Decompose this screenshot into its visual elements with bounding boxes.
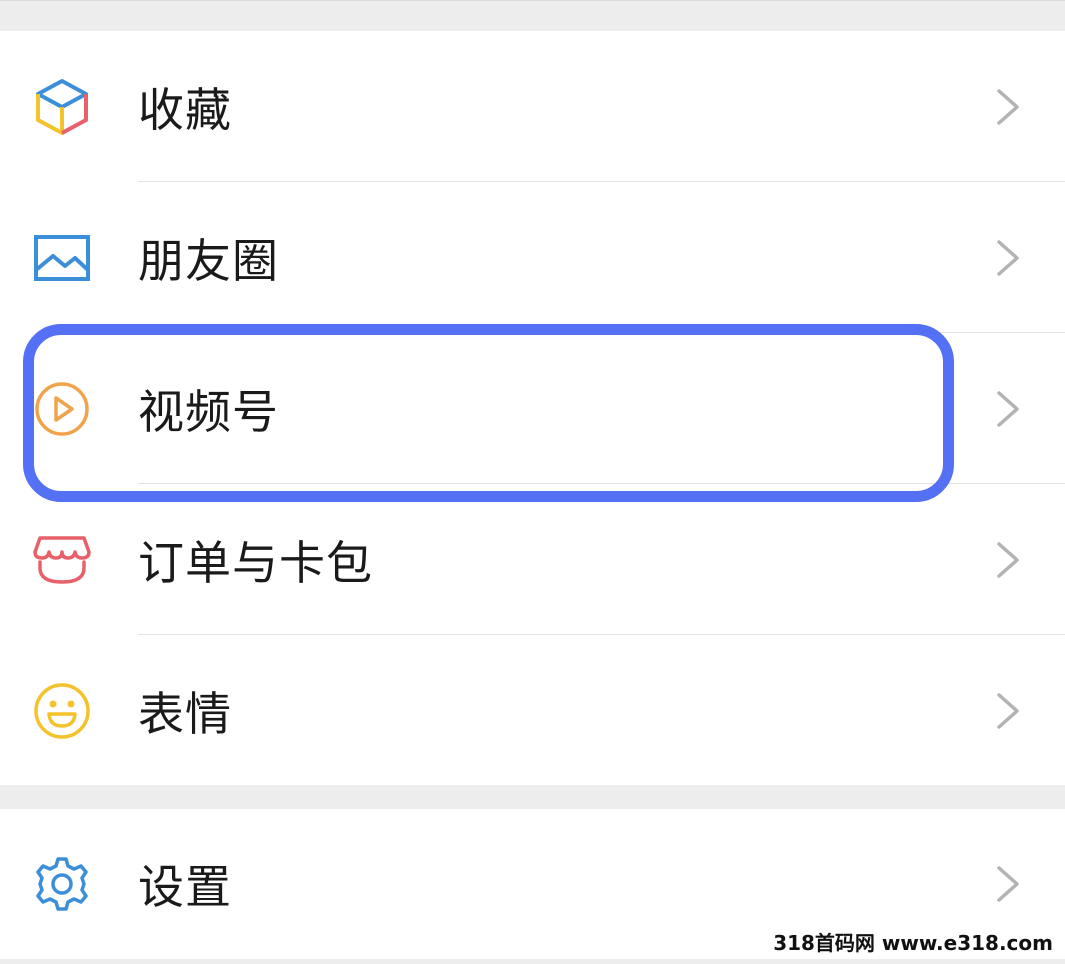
chevron-right-icon xyxy=(997,866,1019,902)
chevron-right-icon xyxy=(997,541,1019,578)
menu-item-label: 表情 xyxy=(138,686,232,741)
menu-item-label: 视频号 xyxy=(138,384,279,439)
chevron-right-icon xyxy=(997,239,1019,276)
menu-item-moments[interactable]: 朋友圈 xyxy=(0,182,1065,333)
menu-item-favorites[interactable]: 收藏 xyxy=(0,31,1065,182)
smiley-icon xyxy=(30,679,94,743)
menu-item-label: 收藏 xyxy=(138,82,232,137)
menu-item-label: 朋友圈 xyxy=(138,233,279,288)
menu-item-stickers[interactable]: 表情 xyxy=(0,635,1065,786)
me-page: 收藏 朋友圈 视频号 订单与卡包 表情 设置 318首码网 www.e318.c… xyxy=(0,0,1065,964)
chevron-right-icon xyxy=(997,88,1019,125)
section-gap xyxy=(0,785,1065,809)
chevron-right-icon xyxy=(997,692,1019,729)
watermark-text: 318首码网 www.e318.com xyxy=(769,925,1057,958)
menu-item-orders-cards[interactable]: 订单与卡包 xyxy=(0,484,1065,635)
chevron-right-icon xyxy=(997,390,1019,427)
section-gap xyxy=(0,0,1065,31)
cube-icon xyxy=(30,75,94,139)
play-circle-icon xyxy=(30,377,94,441)
menu-group-main: 收藏 朋友圈 视频号 订单与卡包 表情 xyxy=(0,31,1065,785)
menu-item-channels[interactable]: 视频号 xyxy=(0,333,1065,484)
picture-icon xyxy=(30,226,94,290)
gear-icon xyxy=(30,852,94,916)
menu-item-label: 订单与卡包 xyxy=(138,535,373,590)
menu-item-label: 设置 xyxy=(138,860,232,914)
shop-icon xyxy=(30,528,94,592)
